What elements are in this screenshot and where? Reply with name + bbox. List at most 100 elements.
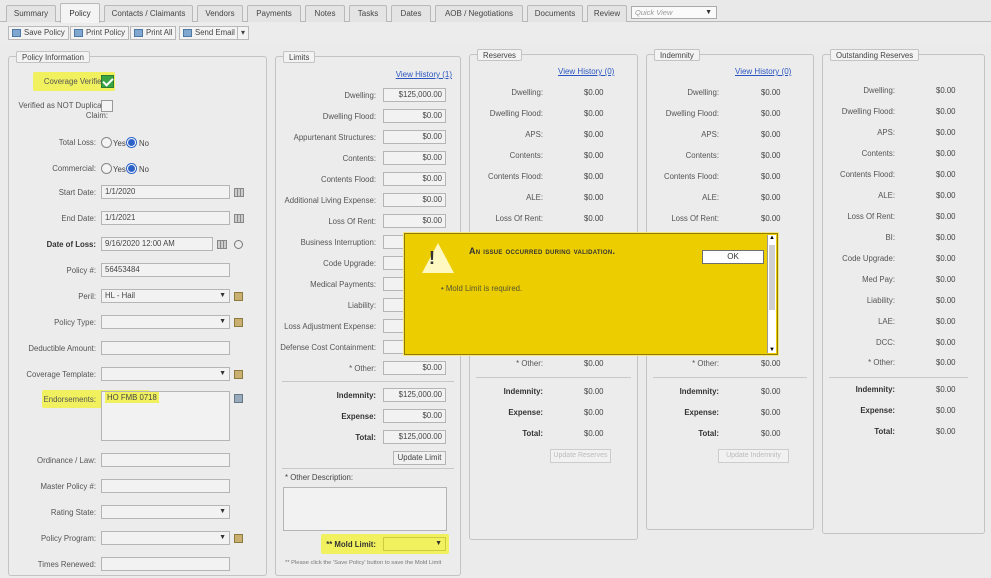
limit-input-dwelling[interactable]: $125,000.00 xyxy=(383,88,446,102)
print-policy-button[interactable]: Print Policy xyxy=(70,26,129,40)
tab-dates[interactable]: Dates xyxy=(391,5,431,22)
limit-input-loss-of-rent[interactable]: $0.00 xyxy=(383,214,446,228)
outstanding-value: $0.00 xyxy=(936,317,956,326)
expense-value: $0.00 xyxy=(936,406,956,415)
indemnity-row-value: $0.00 xyxy=(761,109,781,118)
limit-label: Loss Of Rent: xyxy=(328,217,376,226)
not-duplicate-checkbox[interactable] xyxy=(101,100,113,112)
tab-contacts-claimants[interactable]: Contacts / Claimants xyxy=(104,5,193,22)
edit-icon[interactable] xyxy=(234,534,243,543)
coverage-template-select[interactable]: ▼ xyxy=(101,367,230,381)
reserve-value: $0.00 xyxy=(584,214,604,223)
tab-documents[interactable]: Documents xyxy=(527,5,583,22)
dialog-scrollbar[interactable]: ▲ ▼ xyxy=(767,235,776,353)
chevron-down-icon: ▼ xyxy=(219,370,226,377)
exclamation-icon: ! xyxy=(429,248,435,268)
save-icon xyxy=(12,29,21,37)
panel-legend: Outstanding Reserves xyxy=(830,49,920,61)
limit-input-other[interactable]: $0.00 xyxy=(383,361,446,375)
not-duplicate-label: Verified as NOT Duplicate Claim: xyxy=(18,101,108,120)
tab-payments[interactable]: Payments xyxy=(247,5,301,22)
date-of-loss-input[interactable]: 9/16/2020 12:00 AM xyxy=(101,237,213,251)
coverage-verified-label: Coverage Verified: xyxy=(43,77,108,86)
total-loss-yes-radio[interactable] xyxy=(101,137,112,148)
tab-review[interactable]: Review xyxy=(587,5,627,22)
endorsements-textarea[interactable]: HO FMB 0718 xyxy=(101,391,230,441)
ok-button[interactable]: OK xyxy=(702,250,764,264)
calendar-icon[interactable] xyxy=(217,240,227,249)
quick-view-select[interactable]: Quick View ▼ xyxy=(631,6,717,19)
tab-aob-negotiations[interactable]: AOB / Negotiations xyxy=(435,5,523,22)
reserve-value: $0.00 xyxy=(584,193,604,202)
ordinance-law-input[interactable] xyxy=(101,453,230,467)
calendar-icon[interactable] xyxy=(234,214,244,223)
scroll-down-icon[interactable]: ▼ xyxy=(769,347,775,353)
view-history-link[interactable]: View History (0) xyxy=(558,67,614,76)
print-all-button[interactable]: Print All xyxy=(130,26,177,40)
clock-icon[interactable] xyxy=(234,240,243,249)
deductible-input[interactable] xyxy=(101,341,230,355)
email-dropdown-button[interactable]: ▾ xyxy=(237,26,249,40)
reserve-label: * Other: xyxy=(516,359,543,368)
edit-icon[interactable] xyxy=(234,318,243,327)
update-indemnity-button[interactable]: Update Indemnity xyxy=(718,449,789,463)
calendar-icon[interactable] xyxy=(234,188,244,197)
total-label: Total: xyxy=(874,427,895,436)
tab-notes[interactable]: Notes xyxy=(305,5,345,22)
tab-summary[interactable]: Summary xyxy=(6,5,56,22)
outstanding-value: $0.00 xyxy=(936,149,956,158)
outstanding-label: Loss Of Rent: xyxy=(847,212,895,221)
chevron-down-icon: ▾ xyxy=(241,28,245,37)
tab-policy[interactable]: Policy xyxy=(60,3,100,23)
total-value: $0.00 xyxy=(584,429,604,438)
outstanding-label: Med Pay: xyxy=(862,275,895,284)
edit-icon[interactable] xyxy=(234,370,243,379)
update-limit-button[interactable]: Update Limit xyxy=(393,451,446,465)
end-date-input[interactable]: 1/1/2021 xyxy=(101,211,230,225)
commercial-yes-radio[interactable] xyxy=(101,163,112,174)
total-loss-no-radio[interactable] xyxy=(126,137,137,148)
limit-input-contents[interactable]: $0.00 xyxy=(383,151,446,165)
total-label: Total: xyxy=(522,429,543,438)
master-policy-label: Master Policy #: xyxy=(40,482,96,491)
limit-label: Dwelling: xyxy=(344,91,376,100)
start-date-input[interactable]: 1/1/2020 xyxy=(101,185,230,199)
total-loss-label: Total Loss: xyxy=(58,138,96,147)
commercial-no-radio[interactable] xyxy=(126,163,137,174)
tab-tasks[interactable]: Tasks xyxy=(349,5,387,22)
outstanding-label: ALE: xyxy=(878,191,895,200)
policy-type-select[interactable]: ▼ xyxy=(101,315,230,329)
times-renewed-input[interactable] xyxy=(101,557,230,571)
policy-program-select[interactable]: ▼ xyxy=(101,531,230,545)
outstanding-label: Dwelling: xyxy=(863,86,895,95)
scroll-thumb[interactable] xyxy=(769,245,775,310)
mold-limit-select[interactable]: ▼ xyxy=(383,537,446,551)
outstanding-value: $0.00 xyxy=(936,275,956,284)
tab-vendors[interactable]: Vendors xyxy=(197,5,243,22)
limit-input-ale[interactable]: $0.00 xyxy=(383,193,446,207)
rating-state-select[interactable]: ▼ xyxy=(101,505,230,519)
update-reserves-button[interactable]: Update Reserves xyxy=(550,449,611,463)
limit-input-contents-flood[interactable]: $0.00 xyxy=(383,172,446,186)
peril-select[interactable]: HL - Hail ▼ xyxy=(101,289,230,303)
master-policy-input[interactable] xyxy=(101,479,230,493)
lookup-icon[interactable] xyxy=(234,394,243,403)
total-value: $125,000.00 xyxy=(383,430,446,444)
coverage-verified-checkbox[interactable] xyxy=(101,75,114,88)
limit-input-dwelling-flood[interactable]: $0.00 xyxy=(383,109,446,123)
print-policy-label: Print Policy xyxy=(86,28,125,37)
save-policy-button[interactable]: Save Policy xyxy=(8,26,69,40)
outstanding-value: $0.00 xyxy=(936,358,956,367)
view-history-link[interactable]: View History (1) xyxy=(396,70,452,79)
indemnity-label: Indemnity: xyxy=(855,385,895,394)
indemnity-row-label: Contents: xyxy=(685,151,719,160)
limit-input-appurtenant[interactable]: $0.00 xyxy=(383,130,446,144)
reserve-label: Dwelling: xyxy=(511,88,543,97)
policy-number-input[interactable]: 56453484 xyxy=(101,263,230,277)
edit-icon[interactable] xyxy=(234,292,243,301)
send-email-button[interactable]: Send Email xyxy=(179,26,239,40)
policy-program-label: Policy Program: xyxy=(40,534,96,543)
other-description-textarea[interactable] xyxy=(283,487,447,531)
scroll-up-icon[interactable]: ▲ xyxy=(769,235,775,241)
view-history-link[interactable]: View History (0) xyxy=(735,67,791,76)
